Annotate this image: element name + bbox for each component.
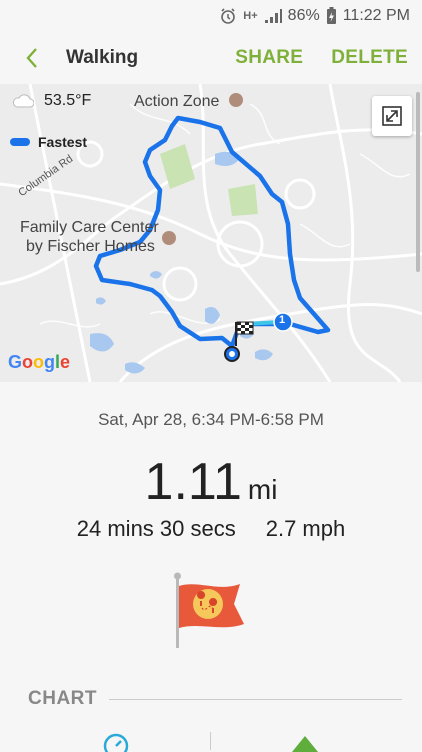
section-divider — [109, 698, 402, 700]
route-map[interactable]: 53.5°F Fastest Action Zone Family Care C… — [0, 84, 422, 382]
place-family-care-line2: by Fischer Homes — [26, 238, 155, 255]
distance-display: 1.11 mi — [0, 452, 422, 512]
network-hplus-icon: H+ — [243, 10, 258, 22]
alarm-icon — [219, 7, 237, 25]
average-speed: 2.7 mph — [265, 516, 346, 541]
delete-button[interactable]: DELETE — [331, 47, 408, 69]
expand-map-button[interactable] — [372, 96, 412, 136]
battery-percent: 86% — [287, 7, 320, 24]
scrollbar[interactable] — [416, 92, 420, 272]
route-legend: Fastest — [10, 134, 87, 150]
status-bar: H+ 86% 11:22 PM — [0, 0, 422, 32]
chart-section-title: CHART — [28, 688, 97, 709]
place-family-care-line1: Family Care Center — [20, 219, 159, 236]
temperature: 53.5°F — [44, 92, 92, 109]
cloud-icon — [12, 94, 34, 108]
expand-icon — [382, 106, 402, 126]
km-marker-label: 1 — [279, 314, 286, 326]
workout-stats: 24 mins 30 secs 2.7 mph — [0, 516, 422, 542]
route-flag-badge-icon — [174, 572, 244, 648]
elevation-mountain-icon[interactable] — [290, 732, 320, 752]
clock-time: 11:22 PM — [342, 7, 410, 24]
weather-info: 53.5°F — [12, 92, 91, 110]
distance-unit: mi — [247, 474, 278, 505]
chart-section-header: CHART — [28, 688, 402, 710]
chart-tabs — [0, 728, 422, 752]
duration: 24 mins 30 secs — [76, 516, 236, 541]
speed-gauge-icon[interactable] — [102, 732, 130, 752]
back-button[interactable] — [20, 46, 44, 70]
share-button[interactable]: SHARE — [235, 47, 303, 69]
google-logo: Google — [8, 352, 71, 372]
battery-charging-icon — [326, 7, 337, 25]
chevron-left-icon — [26, 48, 37, 68]
signal-icon — [264, 8, 282, 24]
legend-swatch — [10, 138, 30, 146]
distance-value: 1.11 — [144, 453, 242, 511]
legend-label: Fastest — [38, 134, 88, 150]
tab-divider — [210, 732, 211, 750]
place-action-zone: Action Zone — [134, 93, 220, 110]
workout-date: Sat, Apr 28, 6:34 PM-6:58 PM — [98, 410, 324, 429]
page-title: Walking — [66, 47, 139, 68]
app-bar: Walking SHARE DELETE — [0, 32, 422, 84]
